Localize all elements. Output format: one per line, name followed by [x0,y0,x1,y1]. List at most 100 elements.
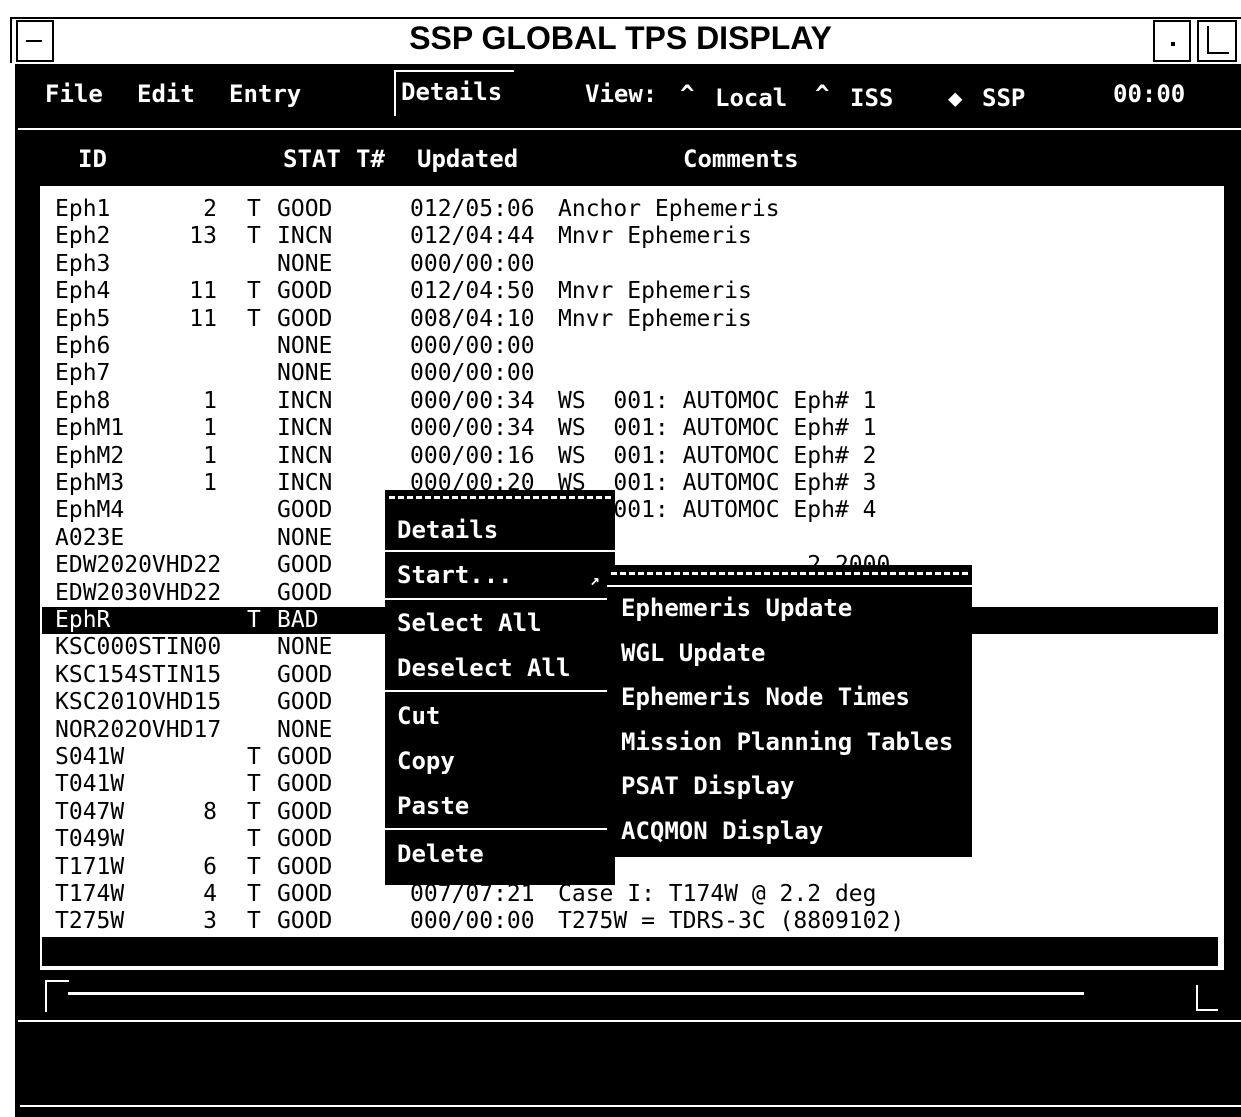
table-row[interactable]: Eph7 NONE 000/00:00 [42,360,1218,387]
tearoff-line[interactable] [389,496,611,499]
cell-stat: NONE [277,524,333,551]
table-row[interactable]: Eph3 NONE 000/00:00 [42,251,1218,278]
cell-id: Eph2 [55,223,111,250]
table-row[interactable]: Eph2 T INCN 13 012/04:44 Mnvr Ephemeris [42,223,1218,250]
context-menu-select-all[interactable]: Select All [397,609,542,637]
cell-tnum: 13 [189,223,217,250]
status-bottom-line [20,1105,1241,1107]
cell-id: NOR202OVHD17 [55,716,222,743]
cell-id: EphM4 [55,497,125,524]
context-menu-cut[interactable]: Cut [397,702,440,730]
view-iss-option[interactable]: ISS [850,84,893,112]
horizontal-scrollbar[interactable] [40,985,1220,1015]
radio-iss-icon[interactable]: ^ [815,80,829,108]
view-ssp-option[interactable]: SSP [982,84,1025,112]
cell-tnum: 6 [203,853,217,880]
cell-id: T041W [55,771,125,798]
cell-stat: NONE [277,333,333,359]
table-row[interactable]: Eph5 T GOOD 11 008/04:10 Mnvr Ephemeris [42,306,1218,333]
cell-comment: WS 001: AUTOMOC Eph# 2 [558,442,877,469]
scroll-right-arrow-icon[interactable] [1196,985,1218,1011]
cell-id: Eph4 [55,278,111,305]
submenu-psat-display[interactable]: PSAT Display [621,772,794,800]
cell-updated: 008/04:10 [410,305,535,332]
cell-stat: GOOD [277,579,333,606]
context-menu-copy[interactable]: Copy [397,747,455,775]
tearoff-line[interactable] [611,572,968,575]
scrollbar-track[interactable] [68,992,1084,995]
menubar-divider [18,128,1241,130]
radio-local-icon[interactable]: ^ [680,80,694,108]
table-row[interactable]: EphM1 INCN 1 000/00:34 WS 001: AUTOMOC Eph# … [42,415,1218,442]
table-row[interactable]: EphM2 INCN 1 000/00:16 WS 001: AUTOMOC Eph# … [42,443,1218,470]
column-header-updated[interactable]: Updated [417,145,518,173]
scroll-left-arrow-icon[interactable] [45,980,69,1012]
cell-tnum: 1 [203,415,217,442]
cell-id: EphM1 [55,415,125,442]
cell-id: S041W [55,744,125,770]
cell-tnum: 11 [189,305,217,332]
context-menu-delete[interactable]: Delete [397,840,484,868]
table-row[interactable]: T275W T GOOD 3 000/00:00 T275W = TDRS-3C (880… [42,908,1218,935]
minimize-button[interactable] [1153,20,1191,62]
cell-stat: NONE [277,634,333,661]
cell-id: Eph7 [55,360,111,387]
context-menu-deselect-all[interactable]: Deselect All [397,654,570,682]
column-header-stat[interactable]: STAT [283,145,341,173]
cell-stat: GOOD [277,826,333,853]
cell-stat: INCN [277,223,333,250]
cell-updated: 012/05:06 [410,196,535,222]
cell-stat: INCN [277,470,333,496]
menu-file[interactable]: File [45,80,103,108]
column-header-comments[interactable]: Comments [683,145,799,173]
cell-stat: BAD [277,607,319,633]
cell-id: KSC201OVHD15 [55,689,222,716]
submenu-mission-planning-tables[interactable]: Mission Planning Tables [621,728,953,756]
submenu-ephemeris-update[interactable]: Ephemeris Update [621,594,852,622]
maximize-button[interactable] [1197,20,1237,62]
cell-stat: GOOD [277,661,333,688]
menu-entry[interactable]: Entry [229,80,301,108]
column-header-tnum[interactable]: T# [356,145,385,173]
submenu-ephemeris-node-times[interactable]: Ephemeris Node Times [621,683,910,711]
table-row[interactable]: Eph8 INCN 1 000/00:34 WS 001: AUTOMOC Eph# 1 [42,388,1218,415]
cell-stat: GOOD [277,196,333,222]
table-row[interactable]: Eph1 T GOOD 2 012/05:06 Anchor Ephemeris [42,196,1218,223]
cell-id: T049W [55,826,125,853]
cell-stat: GOOD [277,305,333,332]
cell-t: T [247,196,261,222]
table-row[interactable]: Eph6 NONE 000/00:00 [42,333,1218,360]
minimize-icon [1171,42,1175,46]
cell-stat: NONE [277,250,333,277]
menu-edit[interactable]: Edit [137,80,195,108]
context-menu-start[interactable]: Start... [397,561,513,589]
table-row[interactable]: T174W T GOOD 4 007/07:21 Case I: T174W @ 2.2 … [42,881,1218,908]
table-row[interactable]: T171WTGOOD6W [42,854,1218,881]
cell-id: Eph5 [55,305,111,332]
clock: 00:00 [1113,80,1186,108]
view-local-option[interactable]: Local [715,84,787,112]
submenu-wgl-update[interactable]: WGL Update [621,639,766,667]
cell-updated: 000/00:34 [410,415,535,442]
table-row[interactable]: A023E NONE [42,525,1218,552]
radio-ssp-selected-icon[interactable]: ◆ [948,84,962,112]
submenu-acqmon-display[interactable]: ACQMON Display [621,817,823,845]
cell-comment: Mnvr Ephemeris [558,278,752,305]
column-header-id[interactable]: ID [78,145,107,173]
context-menu-paste[interactable]: Paste [397,792,469,820]
cell-id: KSC000STIN00 [55,634,222,661]
context-menu-details[interactable]: Details [397,516,498,544]
cell-comment: T275W = TDRS-3C (8809102) [558,908,905,935]
cell-comment: Mnvr Ephemeris [558,305,752,332]
table-row[interactable]: EphM3 INCN 1 000/00:20 WS 001: AUTOMOC Eph# … [42,470,1218,497]
cell-updated: 000/00:00 [410,250,535,277]
cell-id: T174W [55,881,125,907]
table-row[interactable]: EphM4 GOOD 001: AUTOMOC Eph# 4 [42,497,1218,524]
cell-tnum: 2 [203,196,217,222]
cell-t: T [247,771,261,798]
cell-updated: 000/00:34 [410,387,535,414]
cell-id: Eph6 [55,333,111,359]
table-row[interactable]: Eph4 T GOOD 11 012/04:50 Mnvr Ephemeris [42,278,1218,305]
cell-comment: Anchor Ephemeris [558,196,780,222]
cell-stat: GOOD [277,497,333,524]
